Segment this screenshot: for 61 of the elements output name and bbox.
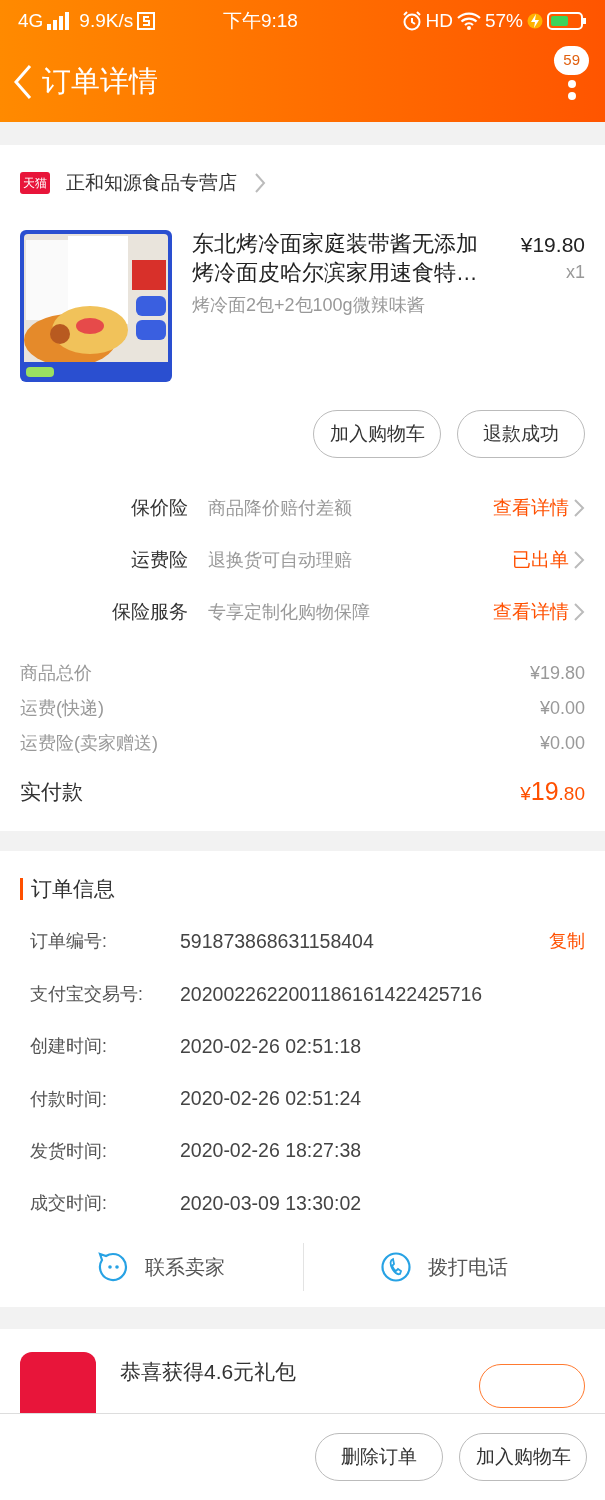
add-to-cart-button[interactable]: 加入购物车 bbox=[313, 410, 441, 458]
delete-order-button[interactable]: 删除订单 bbox=[315, 1433, 443, 1481]
store-name[interactable]: 正和知源食品专营店 bbox=[66, 168, 237, 198]
cost-label: 运费(快递) bbox=[20, 697, 104, 720]
service-label: 运费险 bbox=[130, 547, 188, 572]
chat-icon[interactable] bbox=[97, 1251, 130, 1284]
battery-icon bbox=[547, 11, 587, 31]
info-value: 2020-02-26 02:51:18 bbox=[180, 1033, 363, 1059]
network-speed: 9.9K/s bbox=[79, 8, 134, 33]
page-title: 订单详情 bbox=[42, 64, 158, 100]
cost-value: ¥0.00 bbox=[539, 697, 585, 720]
total-label: 实付款 bbox=[20, 779, 83, 806]
cost-value: ¥0.00 bbox=[539, 732, 585, 755]
contact-seller-link[interactable]: 联系卖家 bbox=[145, 1252, 226, 1283]
alarm-icon bbox=[401, 11, 422, 31]
chevron-right-icon[interactable] bbox=[573, 498, 585, 518]
hd-indicator: HD bbox=[425, 8, 453, 33]
info-value: 591873868631158404 bbox=[180, 929, 375, 954]
promo-text: 恭喜获得4.6元礼包 bbox=[120, 1359, 297, 1386]
clock-time: 下午9:18 bbox=[222, 9, 298, 31]
info-value: 2020-03-09 13:30:02 bbox=[180, 1190, 363, 1216]
notification-count: 59 bbox=[554, 46, 589, 75]
refund-status-button[interactable]: 退款成功 bbox=[457, 410, 585, 458]
info-label: 创建时间: bbox=[30, 1035, 108, 1059]
signal-icon bbox=[47, 12, 72, 30]
notification-icon bbox=[137, 12, 156, 30]
product-price: ¥19.80 bbox=[520, 232, 585, 258]
info-value: 2020-02-26 02:51:24 bbox=[180, 1086, 363, 1112]
info-label: 付款时间: bbox=[30, 1087, 108, 1111]
info-label: 支付宝交易号: bbox=[30, 983, 144, 1006]
service-label: 保险服务 bbox=[111, 599, 188, 624]
back-icon[interactable] bbox=[12, 64, 34, 100]
store-badge: 天猫 bbox=[20, 172, 50, 194]
service-description: 商品降价赔付差额 bbox=[208, 496, 352, 520]
chevron-right-icon[interactable] bbox=[573, 602, 585, 622]
chevron-right-icon[interactable] bbox=[573, 550, 585, 570]
product-variant: 烤冷面2包+2包100g微辣味酱 bbox=[192, 294, 426, 317]
service-description: 专享定制化购物保障 bbox=[208, 600, 370, 624]
section-title: 订单信息 bbox=[31, 876, 115, 903]
section-marker bbox=[20, 878, 23, 900]
total-amount: ¥19.80 bbox=[520, 776, 585, 808]
chevron-right-icon[interactable] bbox=[253, 172, 267, 194]
cost-label: 商品总价 bbox=[20, 662, 92, 685]
cost-label: 运费险(卖家赠送) bbox=[20, 732, 158, 755]
info-value: 2020-02-26 18:27:38 bbox=[180, 1138, 363, 1164]
cost-value: ¥19.80 bbox=[529, 662, 585, 685]
service-label: 保价险 bbox=[130, 495, 188, 520]
call-link[interactable]: 拨打电话 bbox=[428, 1252, 509, 1283]
phone-icon[interactable] bbox=[380, 1251, 413, 1284]
product-quantity: x1 bbox=[565, 261, 585, 284]
info-label: 成交时间: bbox=[30, 1192, 108, 1215]
info-label: 发货时间: bbox=[30, 1139, 108, 1163]
charging-icon bbox=[527, 11, 543, 31]
wifi-icon bbox=[456, 12, 481, 30]
info-label: 订单编号: bbox=[30, 930, 108, 954]
product-title[interactable]: 东北烤冷面家庭装带酱无添加烤冷面皮哈尔滨家用速食特… bbox=[192, 230, 484, 288]
battery-percent: 57% bbox=[484, 8, 523, 33]
network-type: 4G bbox=[18, 8, 44, 33]
info-value: 2020022622001186161422425716 bbox=[180, 981, 484, 1007]
service-description: 退换货可自动理赔 bbox=[208, 548, 352, 572]
add-to-cart-button[interactable]: 加入购物车 bbox=[459, 1433, 587, 1481]
